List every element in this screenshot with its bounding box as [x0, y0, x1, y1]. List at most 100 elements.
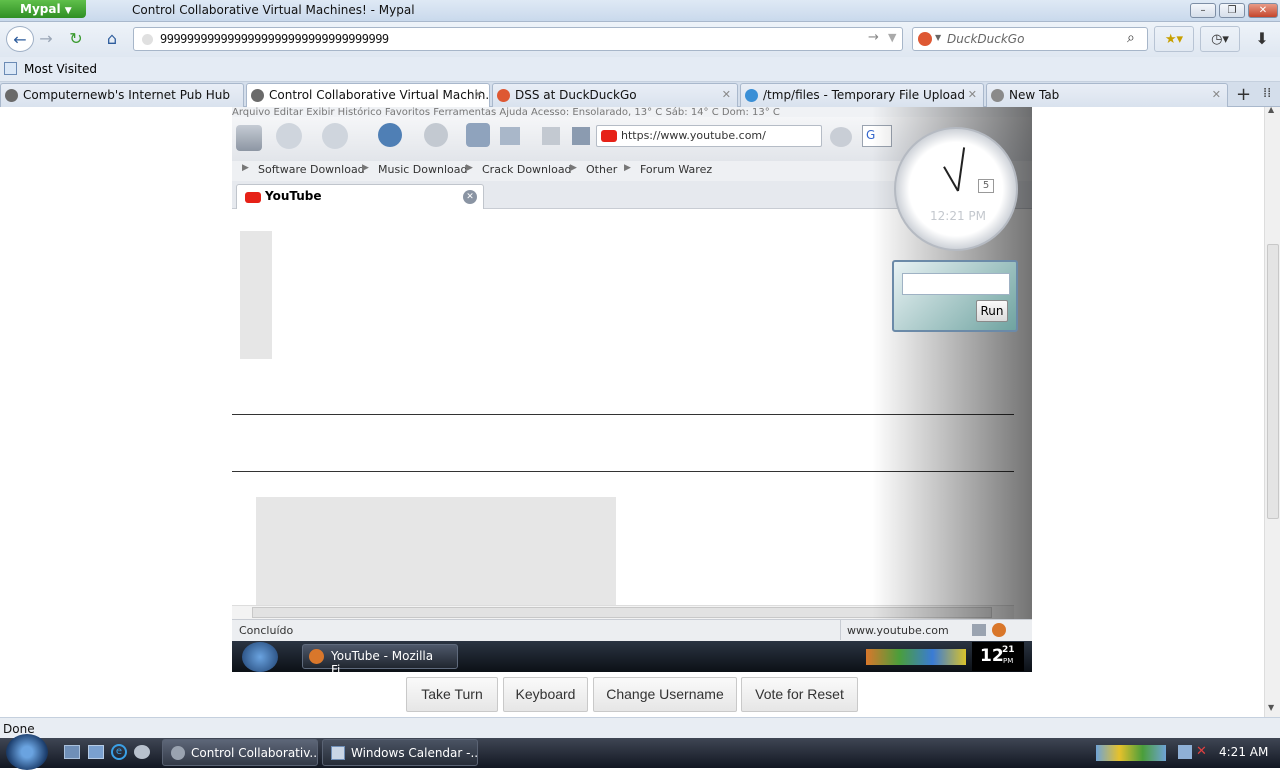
- tab-duckduckgo[interactable]: DSS at DuckDuckGo ✕: [492, 83, 738, 107]
- vm-forward-icon[interactable]: [322, 123, 348, 149]
- vm-home-icon[interactable]: [466, 123, 490, 147]
- search-icon[interactable]: ⌕: [1127, 30, 1135, 46]
- vm-status-domain: www.youtube.com: [840, 620, 960, 640]
- internet-explorer-icon[interactable]: e: [111, 744, 127, 760]
- vm-start-orb-icon[interactable]: [242, 642, 278, 672]
- back-icon[interactable]: ←: [6, 26, 34, 52]
- volume-muted-icon[interactable]: ✕: [1196, 744, 1212, 760]
- vm-horizontal-scrollbar[interactable]: [232, 605, 1014, 619]
- minimize-button[interactable]: –: [1190, 3, 1216, 18]
- vm-link-crack[interactable]: Crack Download: [466, 163, 572, 176]
- vote-reset-button[interactable]: Vote for Reset: [741, 677, 858, 712]
- tab-tmp-files[interactable]: /tmp/files - Temporary File Upload ✕: [740, 83, 984, 107]
- browser-status-bar: Done: [0, 717, 1280, 738]
- history-clock-icon[interactable]: ◷▾: [1200, 26, 1240, 52]
- navigation-toolbar: ← → ↻ ⌂ 99999999999999999999999999999999…: [0, 22, 1280, 57]
- downloads-icon[interactable]: ⬇: [1248, 26, 1276, 52]
- maximize-button[interactable]: ❐: [1219, 3, 1245, 18]
- vm-tools-icon[interactable]: [542, 127, 560, 145]
- tab-collabvm[interactable]: Control Collaborative Virtual Machin... …: [246, 83, 490, 107]
- vm-clock-hour: 12: [980, 646, 1004, 666]
- vm-screen[interactable]: Arquivo Editar Exibir Histórico Favorito…: [232, 107, 1032, 672]
- scroll-thumb[interactable]: [1267, 244, 1279, 519]
- firefox-icon: [309, 649, 324, 664]
- placeholder-block: [240, 231, 272, 359]
- site-identity-icon[interactable]: [142, 34, 153, 45]
- vm-back-icon[interactable]: [276, 123, 302, 149]
- windows-taskbar: e Control Collaborativ... Windows Calend…: [0, 734, 1280, 770]
- search-bar[interactable]: ▼ DuckDuckGo ⌕: [912, 27, 1148, 51]
- search-input[interactable]: DuckDuckGo: [947, 32, 1024, 46]
- vm-url-bar[interactable]: https://www.youtube.com/: [596, 125, 822, 147]
- tab-close-icon[interactable]: ✕: [722, 88, 731, 101]
- forward-icon[interactable]: →: [32, 26, 60, 52]
- run-gadget: Run: [892, 260, 1018, 332]
- bookmarks-star-icon[interactable]: ★▾: [1154, 26, 1194, 52]
- reload-icon[interactable]: ↻: [62, 26, 90, 52]
- tab-close-icon[interactable]: ✕: [1212, 88, 1221, 101]
- page-scrollbar[interactable]: ▲ ▼: [1264, 105, 1280, 717]
- duckduckgo-icon[interactable]: [918, 32, 932, 46]
- vm-clock: 12 21 PM: [972, 642, 1024, 671]
- quicklaunch-app-icon[interactable]: [134, 745, 150, 759]
- vm-tray-icons[interactable]: [866, 649, 966, 665]
- vm-link-software[interactable]: Software Download: [242, 163, 365, 176]
- start-orb-icon[interactable]: [6, 734, 48, 770]
- scroll-down-icon[interactable]: ▼: [1268, 703, 1274, 712]
- task-windows-calendar[interactable]: Windows Calendar -...: [322, 739, 478, 766]
- engine-dropdown-icon[interactable]: ▼: [935, 33, 941, 42]
- close-button[interactable]: ✕: [1248, 3, 1278, 18]
- vm-link-music[interactable]: Music Download: [362, 163, 467, 176]
- tab-new-tab[interactable]: New Tab ✕: [986, 83, 1228, 107]
- tab-strip: Computernewb's Internet Pub Hub Control …: [0, 82, 1280, 107]
- tab-close-icon[interactable]: ✕: [474, 88, 483, 101]
- run-button[interactable]: Run: [976, 300, 1008, 322]
- youtube-icon: [245, 192, 261, 203]
- vm-clock-ampm: PM: [1003, 657, 1014, 665]
- tab-favicon-icon: [5, 89, 18, 102]
- bookmark-most-visited[interactable]: Most Visited: [24, 62, 97, 76]
- tab-label: /tmp/files - Temporary File Upload: [763, 88, 965, 102]
- tab-close-icon[interactable]: ✕: [968, 88, 977, 101]
- run-input[interactable]: [902, 273, 1010, 295]
- new-tab-plus-icon[interactable]: +: [1236, 84, 1251, 105]
- network-icon[interactable]: [1178, 745, 1192, 759]
- scroll-up-icon[interactable]: ▲: [1268, 105, 1274, 114]
- vm-menu-bar[interactable]: Arquivo Editar Exibir Histórico Favorito…: [232, 107, 1032, 117]
- vm-google-icon[interactable]: G: [862, 125, 892, 147]
- keyboard-button[interactable]: Keyboard: [503, 677, 588, 712]
- vm-scroll-thumb[interactable]: [252, 607, 992, 618]
- tab-label: Computernewb's Internet Pub Hub: [23, 88, 230, 102]
- tab-label: Control Collaborative Virtual Machin...: [269, 88, 490, 102]
- change-username-button[interactable]: Change Username: [593, 677, 737, 712]
- home-icon[interactable]: ⌂: [98, 26, 126, 52]
- go-arrow-icon[interactable]: →: [868, 30, 879, 45]
- history-dropdown-icon[interactable]: ▼: [888, 31, 896, 44]
- system-tray-icons[interactable]: [1096, 745, 1166, 761]
- vm-reload-icon[interactable]: [378, 123, 402, 147]
- switch-windows-icon[interactable]: [88, 745, 104, 759]
- show-desktop-icon[interactable]: [64, 745, 80, 759]
- vm-print-icon[interactable]: [500, 127, 520, 145]
- vm-stop-icon[interactable]: [424, 123, 448, 147]
- vm-task-youtube[interactable]: YouTube - Mozilla Fi...: [302, 644, 458, 672]
- vm-go-icon[interactable]: [830, 127, 852, 147]
- app-menu-button[interactable]: Mypal ▼: [0, 0, 86, 18]
- clock-digital-time: 12:21 PM: [930, 209, 986, 223]
- clock-gadget[interactable]: 5 12:21 PM: [894, 127, 1018, 251]
- tab-computernewb[interactable]: Computernewb's Internet Pub Hub: [0, 83, 244, 107]
- vm-tab-close-icon[interactable]: ✕: [463, 190, 477, 204]
- bookmarks-toolbar: Most Visited: [0, 57, 1280, 82]
- vm-toolbar-icon[interactable]: [236, 125, 262, 151]
- clock-date: 5: [978, 179, 994, 193]
- tab-label: New Tab: [1009, 88, 1060, 102]
- task-control-collaborative[interactable]: Control Collaborativ...: [162, 739, 318, 766]
- vm-link-other[interactable]: Other: [570, 163, 617, 176]
- vm-link-forum[interactable]: Forum Warez: [624, 163, 712, 176]
- url-bar[interactable]: 9999999999999999999999999999999999 → ▼: [133, 27, 903, 51]
- url-input[interactable]: 9999999999999999999999999999999999: [160, 32, 389, 46]
- vm-tab-youtube[interactable]: YouTube ✕: [236, 184, 484, 209]
- vm-edit-icon[interactable]: [572, 127, 590, 145]
- take-turn-button[interactable]: Take Turn: [406, 677, 498, 712]
- list-all-tabs-icon[interactable]: ⁞⁞: [1263, 86, 1271, 101]
